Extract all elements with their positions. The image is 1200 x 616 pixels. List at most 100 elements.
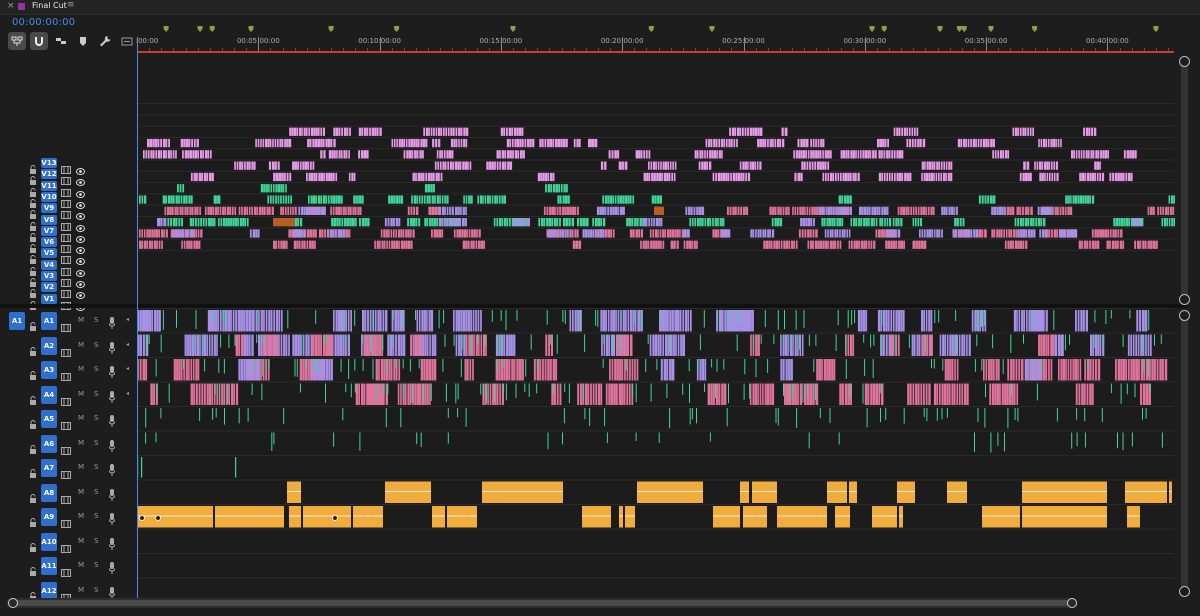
video-clip[interactable] [928,172,931,182]
video-clip[interactable] [998,206,1002,215]
video-clip[interactable] [614,195,617,204]
video-clip[interactable] [810,240,813,249]
audio-clip[interactable] [897,334,900,357]
video-clip[interactable] [1074,229,1078,238]
video-clip[interactable] [182,229,185,238]
video-clip[interactable] [470,240,473,249]
audio-clip[interactable] [498,359,501,381]
video-clip[interactable] [244,161,246,170]
track-output-toggle[interactable] [76,217,85,232]
video-clip[interactable] [298,206,301,215]
audio-clip[interactable] [1147,334,1150,357]
video-clip[interactable] [883,150,886,159]
audio-clip[interactable] [885,310,888,332]
video-clip[interactable] [821,218,824,227]
sync-lock-toggle[interactable] [61,193,71,208]
video-clip[interactable] [852,172,855,182]
volume-keyframe[interactable] [139,515,145,521]
audio-clip[interactable] [168,383,170,403]
video-clip[interactable] [393,195,396,204]
video-clip[interactable] [466,229,468,238]
video-clip[interactable] [329,229,333,238]
track-expand-icon[interactable]: ◂ [126,341,129,348]
video-clip[interactable] [1012,240,1015,249]
audio-clip[interactable] [359,432,361,451]
audio-clip[interactable] [762,383,764,406]
video-clip[interactable] [919,218,923,227]
video-clip[interactable] [356,195,359,204]
audio-clip[interactable] [248,310,252,332]
video-clip[interactable] [286,172,289,182]
audio-clip[interactable] [1131,432,1133,447]
video-clip[interactable] [200,229,203,238]
video-clip[interactable] [242,218,245,227]
audio-clip[interactable] [305,334,308,357]
video-clip[interactable] [174,206,177,215]
video-clip[interactable] [479,195,482,204]
video-clip[interactable] [1159,206,1162,215]
video-clip[interactable] [887,240,891,249]
video-clip[interactable] [1024,218,1028,227]
audio-clip[interactable] [429,383,431,406]
video-clip[interactable] [519,150,523,159]
audio-clip[interactable] [1132,334,1135,357]
audio-clip[interactable] [785,383,789,406]
audio-clip[interactable] [137,506,213,528]
video-clip[interactable] [345,150,348,159]
audio-clip[interactable] [313,359,315,370]
video-clip[interactable] [771,218,774,227]
audio-clip[interactable] [802,383,804,403]
audio-clip[interactable] [1125,359,1128,381]
video-clip[interactable] [923,172,926,182]
audio-clip[interactable] [612,334,614,355]
track-target-toggle[interactable]: V3 [41,271,57,281]
video-clip[interactable] [184,206,187,215]
audio-clip[interactable] [533,359,536,381]
video-clip[interactable] [177,229,180,238]
video-clip[interactable] [292,206,294,215]
audio-clip[interactable] [397,383,400,406]
video-clip[interactable] [891,150,894,159]
audio-clip[interactable] [747,310,750,332]
audio-clip[interactable] [669,408,671,429]
video-clip[interactable] [900,206,903,215]
video-clip[interactable] [902,206,905,215]
video-clip[interactable] [152,150,155,159]
track-output-toggle[interactable] [76,183,85,198]
video-clip[interactable] [297,161,299,170]
voiceover-record-button[interactable] [108,388,116,403]
video-clip[interactable] [435,138,438,148]
video-clip[interactable] [1019,206,1022,215]
track-lock-toggle[interactable] [29,488,37,503]
video-clip[interactable] [556,218,559,227]
video-clip[interactable] [494,195,497,204]
audio-clip[interactable] [835,506,850,528]
video-clip[interactable] [1074,195,1078,204]
video-clip[interactable] [199,150,203,159]
video-clip[interactable] [881,206,884,215]
audio-clip[interactable] [914,334,916,357]
video-clip[interactable] [557,138,560,148]
audio-clip[interactable] [792,383,794,397]
video-clip[interactable] [379,127,382,136]
video-clip[interactable] [673,240,676,249]
video-clip[interactable] [882,138,885,148]
audio-clip[interactable] [256,334,258,344]
video-clip[interactable] [153,229,156,238]
audio-clip[interactable] [620,310,622,322]
video-clip[interactable] [855,150,857,159]
video-clip[interactable] [198,172,201,182]
video-clip[interactable] [426,218,429,227]
video-clip[interactable] [314,229,317,238]
video-clip[interactable] [957,138,961,148]
audio-clip[interactable] [185,359,188,381]
video-clip[interactable] [388,195,391,204]
audio-clip[interactable] [764,310,766,328]
video-clip[interactable] [509,138,512,148]
video-clip[interactable] [917,138,920,148]
video-clip[interactable] [341,127,343,136]
video-clip[interactable] [146,229,149,238]
audio-clip[interactable] [579,310,581,331]
audio-clip[interactable] [1125,481,1167,504]
video-clip[interactable] [364,218,367,227]
